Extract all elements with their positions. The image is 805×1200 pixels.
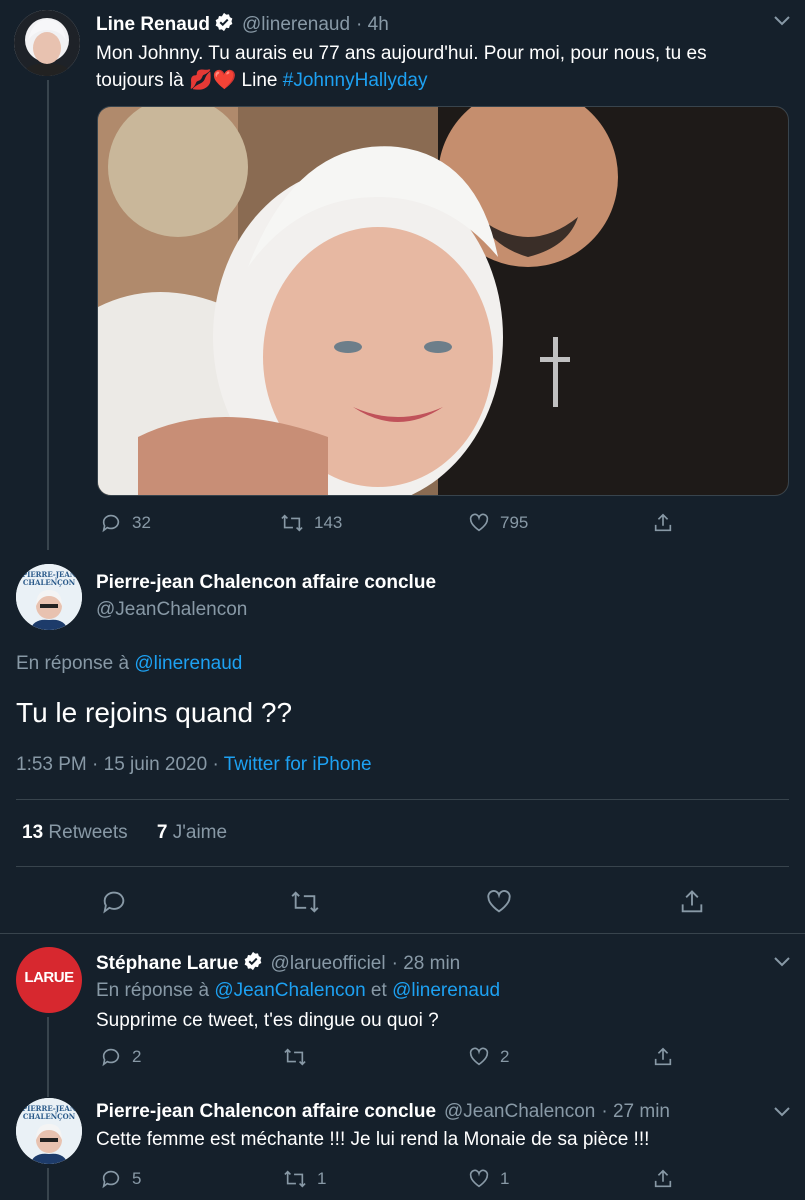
divider: [0, 933, 805, 934]
divider: [16, 866, 789, 867]
author-name[interactable]: Pierre-jean Chalencon affaire conclue: [96, 1101, 436, 1123]
thread-line: [47, 1017, 49, 1097]
author-name[interactable]: Stéphane Larue: [96, 953, 239, 975]
tweet-text: Cette femme est méchante !!! Je lui rend…: [96, 1129, 650, 1150]
heart-icon: [485, 890, 513, 920]
retweet-icon: [280, 512, 304, 534]
avatar[interactable]: PIERRE-JEAN CHALENÇON: [16, 564, 82, 630]
avatar-logo-text: LARUE: [24, 969, 74, 986]
retweet-button[interactable]: 143: [280, 512, 342, 534]
tweet-time[interactable]: · 27 min: [601, 1101, 670, 1123]
share-icon: [678, 890, 706, 920]
mention-link[interactable]: @linerenaud: [392, 980, 500, 1001]
like-button[interactable]: 1: [468, 1168, 509, 1190]
verified-badge-icon: [243, 951, 263, 977]
retweet-icon: [283, 1046, 307, 1068]
hashtag-link[interactable]: #JohnnyHallyday: [283, 70, 428, 91]
heart-icon: [468, 512, 490, 534]
thread-line: [47, 1168, 49, 1200]
mention-link[interactable]: @linerenaud: [134, 653, 242, 674]
tweet-text: Tu le rejoins quand ??: [16, 697, 293, 728]
reply-icon: [100, 891, 128, 920]
thread-line: [47, 80, 49, 550]
verified-badge-icon: [214, 12, 234, 38]
avatar[interactable]: PIERRE-JEAN CHALENÇON: [16, 1098, 82, 1164]
author-name[interactable]: Pierre-jean Chalencon affaire conclue: [96, 572, 436, 594]
retweet-icon: [289, 891, 321, 920]
share-button[interactable]: [652, 1046, 674, 1068]
author-name[interactable]: Line Renaud: [96, 14, 210, 36]
reply-icon: [100, 1168, 122, 1190]
heart-icon: [468, 1046, 490, 1068]
share-button[interactable]: [652, 512, 674, 534]
author-handle[interactable]: @JeanChalencon: [96, 599, 247, 621]
author-handle[interactable]: @linerenaud: [242, 14, 350, 36]
tweet-photo[interactable]: [97, 106, 789, 496]
reply-button[interactable]: 5: [100, 1168, 141, 1190]
chevron-down-icon[interactable]: [772, 955, 792, 974]
like-button[interactable]: 2: [468, 1046, 509, 1068]
retweet-count[interactable]: 13 Retweets: [22, 822, 128, 843]
reply-button[interactable]: [100, 888, 128, 921]
avatar[interactable]: [14, 10, 80, 76]
source-link[interactable]: Twitter for iPhone: [224, 754, 372, 775]
emoji: 💋❤️: [188, 70, 237, 91]
like-count[interactable]: 7 J'aime: [157, 822, 227, 843]
share-icon: [652, 1046, 674, 1068]
mention-link[interactable]: @JeanChalencon: [214, 980, 365, 1001]
tweet-text: Supprime ce tweet, t'es dingue ou quoi ?: [96, 1010, 439, 1031]
tweet-text: Mon Johnny. Tu aurais eu 77 ans aujourd'…: [96, 43, 707, 91]
reply-context-label: En réponse à: [96, 980, 215, 1001]
author-handle[interactable]: @larueofficiel: [271, 953, 386, 975]
chevron-down-icon[interactable]: [772, 14, 792, 33]
reply-button[interactable]: 32: [100, 512, 151, 534]
tweet-time[interactable]: · 4h: [356, 14, 389, 36]
share-icon: [652, 1168, 674, 1190]
heart-icon: [468, 1168, 490, 1190]
reply-button[interactable]: 2: [100, 1046, 141, 1068]
avatar-caption: PIERRE-JEAN CHALENÇON: [21, 1104, 77, 1121]
like-button[interactable]: 795: [468, 512, 528, 534]
share-icon: [652, 512, 674, 534]
reply-icon: [100, 512, 122, 534]
share-button[interactable]: [652, 1168, 674, 1190]
chevron-down-icon[interactable]: [772, 1105, 792, 1124]
retweet-button[interactable]: [289, 888, 321, 921]
like-button[interactable]: [485, 888, 513, 921]
reply-context-label: En réponse à: [16, 653, 135, 674]
tweet-time[interactable]: · 28 min: [392, 953, 461, 975]
reply-icon: [100, 1046, 122, 1068]
retweet-button[interactable]: 1: [283, 1168, 326, 1190]
avatar-caption: PIERRE-JEAN CHALENÇON: [21, 570, 77, 587]
author-handle[interactable]: @JeanChalencon: [444, 1101, 595, 1123]
retweet-icon: [283, 1168, 307, 1190]
retweet-button[interactable]: [283, 1046, 317, 1068]
tweet-timestamp[interactable]: 1:53 PM · 15 juin 2020 ·: [16, 754, 224, 775]
avatar[interactable]: LARUE: [16, 947, 82, 1013]
divider: [16, 799, 789, 800]
share-button[interactable]: [678, 888, 706, 921]
